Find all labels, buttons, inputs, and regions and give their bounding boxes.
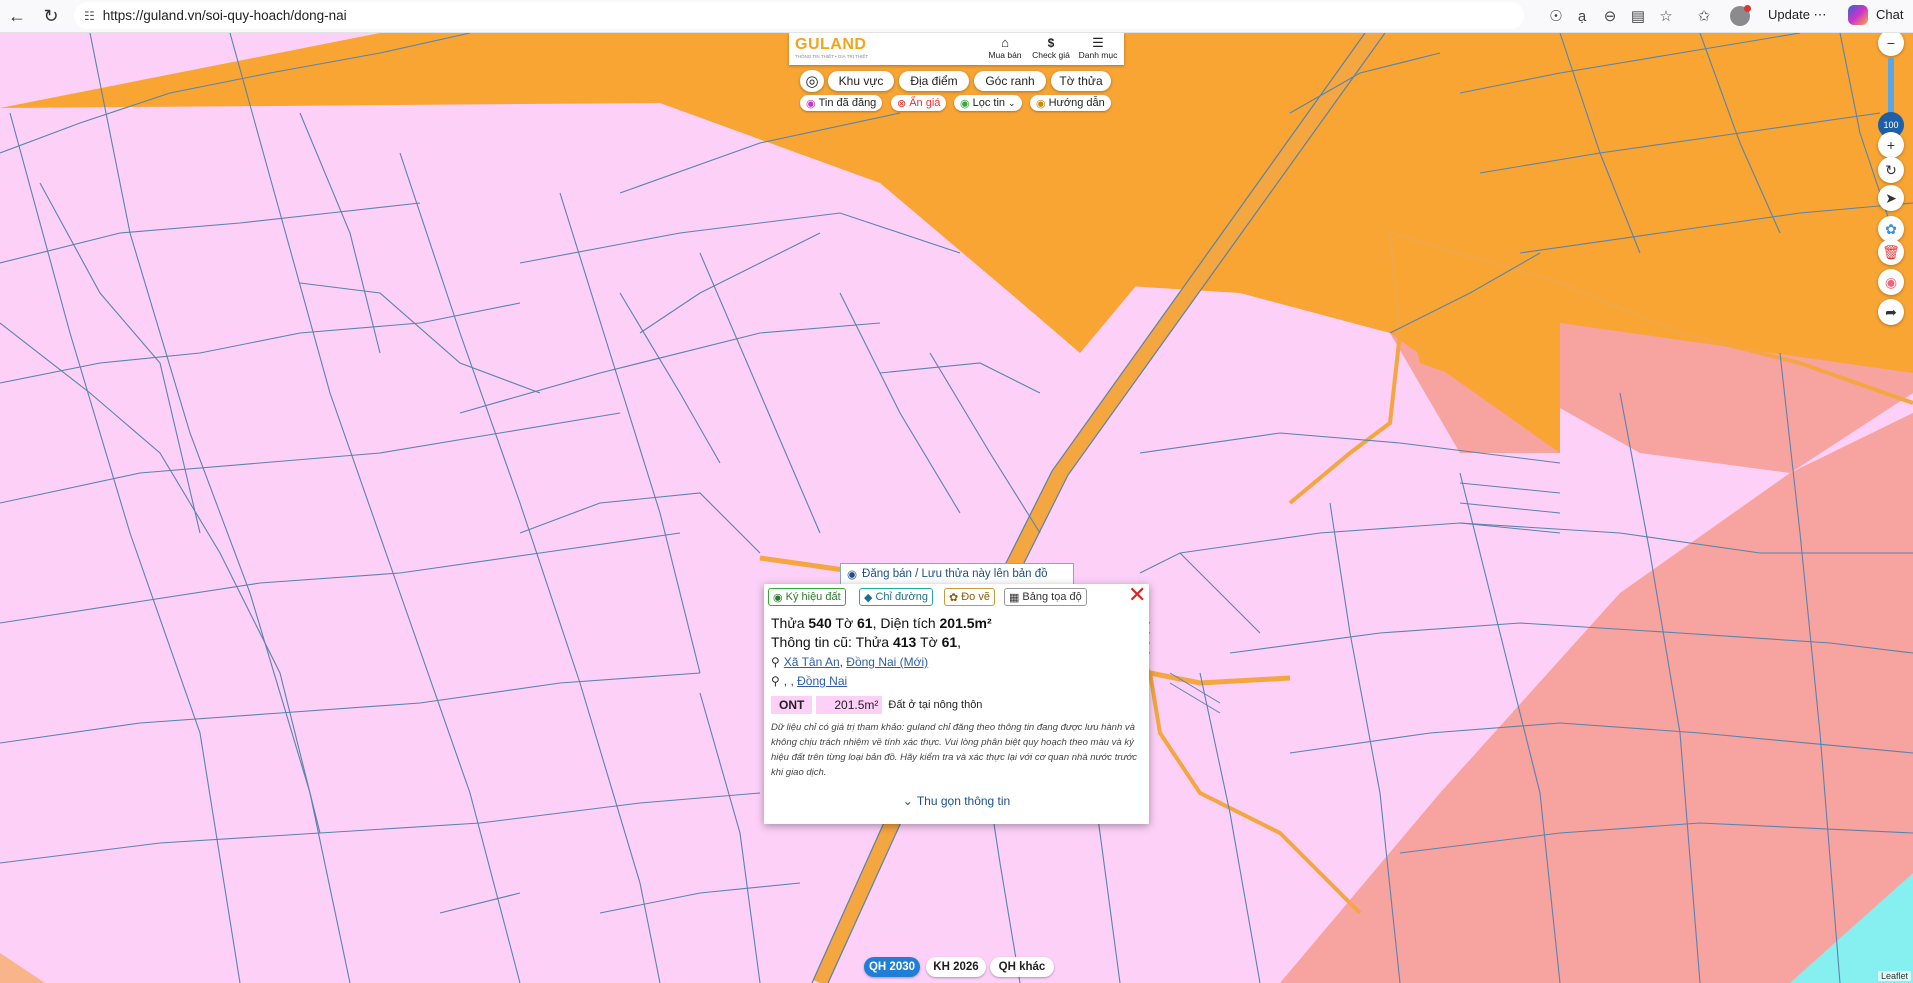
province-link-2[interactable]: Đồng Nai bbox=[797, 674, 847, 688]
app-header: GULAND THÔNG TIN THIẾT • GIÁ TRỊ THIẾT ⌂… bbox=[789, 33, 1124, 65]
land-use-row: ONT 201.5m² Đất ở tại nông thôn bbox=[771, 695, 982, 714]
posted-icon: ◉ bbox=[806, 97, 816, 110]
land-desc: Đất ở tại nông thôn bbox=[888, 698, 983, 711]
tab-ky-hieu-dat[interactable]: ◉ Ký hiệu đất bbox=[768, 588, 846, 606]
parcel-info-popup: ◉ Ký hiệu đất ◆ Chỉ đường ✿ Đo vẽ ▦ Bảng tọa… bbox=[764, 584, 1149, 824]
favorite-star-icon[interactable]: ☆ bbox=[1654, 4, 1678, 28]
map-canvas[interactable]: GULAND THÔNG TIN THIẾT • GIÁ TRỊ THIẾT ⌂… bbox=[0, 33, 1913, 983]
close-circle-icon: ⊗ bbox=[897, 97, 907, 110]
chevron-down-icon: ⌄ bbox=[1008, 97, 1016, 108]
chat-button[interactable]: Chat bbox=[1876, 7, 1903, 22]
zoom-in-button[interactable]: + bbox=[1878, 132, 1904, 158]
back-icon[interactable]: ← bbox=[2, 1, 32, 31]
site-info-icon[interactable]: ☷ bbox=[84, 9, 95, 23]
save-parcel-bar[interactable]: ◉ Đăng bán / Lưu thửa này lên bản đồ bbox=[840, 563, 1074, 585]
guland-logo[interactable]: GULAND THÔNG TIN THIẾT • GIÁ TRỊ THIẾT bbox=[795, 36, 868, 59]
filter-goc-ranh[interactable]: Góc ranh bbox=[974, 71, 1046, 91]
land-symbol-icon: ◉ bbox=[773, 591, 783, 604]
commune-link[interactable]: Xã Tân An bbox=[784, 655, 840, 669]
translate-icon[interactable]: ạ bbox=[1570, 4, 1594, 28]
refresh-icon[interactable]: ↻ bbox=[1878, 157, 1904, 183]
dollar-icon: $ bbox=[1047, 36, 1055, 50]
menu-mua-ban[interactable]: ⌂ Mua bán bbox=[987, 35, 1023, 61]
close-icon[interactable]: ✕ bbox=[1128, 584, 1146, 606]
filter-huong-dan[interactable]: ◉ Hướng dẫn bbox=[1030, 95, 1111, 111]
filter-khu-vuc[interactable]: Khu vực bbox=[828, 71, 894, 91]
road bbox=[1148, 672, 1362, 915]
navigate-icon[interactable]: ➤ bbox=[1878, 185, 1904, 211]
filter-icon: ◉ bbox=[960, 97, 970, 110]
menu-icon: ☰ bbox=[1092, 35, 1104, 50]
land-area-badge: 201.5m² bbox=[816, 695, 883, 714]
disclaimer: Dữ liệu chỉ có giá trị tham khảo: guland… bbox=[771, 722, 1138, 778]
tab-bang-toa-do[interactable]: ▦ Bảng tọa độ bbox=[1004, 588, 1087, 606]
locate-button[interactable]: ◎ bbox=[800, 70, 824, 92]
trash-icon[interactable]: 🗑 bbox=[1878, 239, 1904, 265]
address-bar[interactable]: ☷ https://guland.vn/soi-quy-hoach/dong-n… bbox=[74, 2, 1524, 29]
directions-icon: ◆ bbox=[864, 591, 873, 604]
filter-loc-tin[interactable]: ◉ Lọc tin ⌄ bbox=[954, 95, 1022, 111]
tab-do-ve[interactable]: ✿ Đo vẽ bbox=[944, 588, 995, 606]
filter-tin-da-dang[interactable]: ◉ Tin đã đăng bbox=[800, 95, 883, 111]
share-icon[interactable]: ➦ bbox=[1878, 299, 1904, 325]
tab-qh-2030[interactable]: QH 2030 bbox=[864, 957, 920, 977]
reload-icon[interactable]: ↻ bbox=[36, 1, 66, 31]
reader-icon[interactable]: ▤ bbox=[1626, 4, 1650, 28]
filter-dia-diem[interactable]: Địa điểm bbox=[899, 71, 969, 91]
map-layer bbox=[0, 33, 1913, 983]
filter-to-thua[interactable]: Tờ thửa bbox=[1051, 71, 1111, 91]
map-pin-icon: ⚲ bbox=[771, 655, 780, 669]
location-line: ⚲ Xã Tân An, Đồng Nai (Mới) bbox=[771, 655, 929, 669]
parcel-title: Thửa 540 Tờ 61, Diện tích 201.5m² bbox=[771, 615, 992, 631]
house-icon: ⌂ bbox=[1001, 35, 1009, 50]
avatar[interactable] bbox=[1728, 4, 1752, 28]
url-text: https://guland.vn/soi-quy-hoach/dong-nai bbox=[102, 8, 347, 23]
browser-toolbar: ← ↻ ☷ https://guland.vn/soi-quy-hoach/do… bbox=[0, 0, 1913, 33]
favorites-list-icon[interactable]: ✩ bbox=[1692, 4, 1716, 28]
pin-icon: ◉ bbox=[847, 569, 858, 581]
leaflet-attribution[interactable]: Leaflet bbox=[1878, 971, 1912, 981]
update-button[interactable]: Update ⋯ bbox=[1768, 7, 1827, 23]
old-parcel-info: Thông tin cũ: Thửa 413 Tờ 61, bbox=[771, 634, 962, 650]
copilot-icon[interactable] bbox=[1848, 5, 1868, 25]
guide-icon: ◉ bbox=[1036, 97, 1046, 110]
zoom-out-icon[interactable]: ⊖ bbox=[1598, 4, 1622, 28]
menu-check-gia[interactable]: $ Check giá bbox=[1031, 36, 1071, 60]
tab-kh-2026[interactable]: KH 2026 bbox=[926, 957, 986, 977]
filter-an-gia[interactable]: ⊗ Ẩn giá bbox=[891, 95, 947, 111]
map-pin-icon: ⚲ bbox=[771, 674, 780, 688]
location-icon[interactable]: ☉ bbox=[1544, 4, 1568, 28]
land-code-badge: ONT bbox=[771, 695, 813, 714]
collapse-info-button[interactable]: ⌄ Thu gọn thông tin bbox=[764, 794, 1149, 808]
crosshair-icon: ◎ bbox=[805, 73, 819, 90]
tab-qh-khac[interactable]: QH khác bbox=[990, 957, 1054, 977]
chevrons-down-icon: ⌄ bbox=[902, 794, 913, 808]
table-icon: ▦ bbox=[1009, 591, 1020, 604]
location-line-2: ⚲, , Đồng Nai bbox=[771, 674, 848, 688]
province-link[interactable]: Đồng Nai (Mới) bbox=[846, 655, 928, 669]
ruler-icon: ✿ bbox=[949, 591, 959, 604]
tab-chi-duong[interactable]: ◆ Chỉ đường bbox=[859, 588, 933, 606]
orange-corner bbox=[0, 953, 45, 983]
palette-icon[interactable]: ◉ bbox=[1878, 269, 1904, 295]
menu-danh-muc[interactable]: ☰ Danh mục bbox=[1077, 35, 1119, 61]
commercial-zone bbox=[1280, 413, 1913, 983]
